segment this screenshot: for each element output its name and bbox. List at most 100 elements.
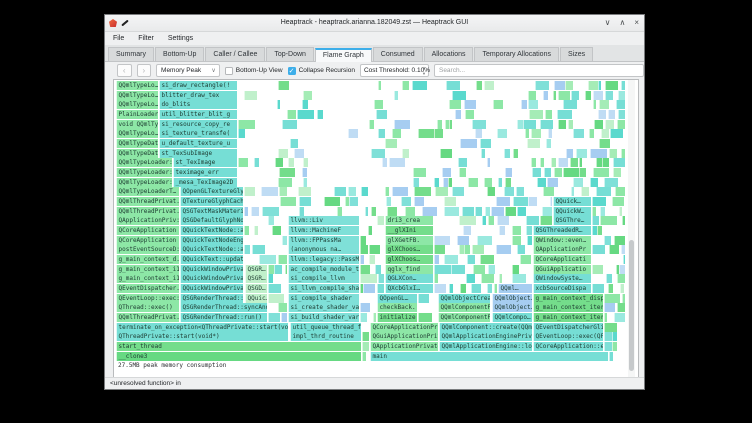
flame-cell[interactable]: QCoreApplication: [116, 236, 179, 245]
flame-cell[interactable]: checkBack.: [377, 303, 417, 312]
flame-cell[interactable]: QQuickWindowPrivate::upd.: [180, 274, 243, 283]
flame-cell[interactable]: QWindow::even…: [533, 236, 591, 245]
flame-cell[interactable]: u_default_texture_u: [159, 139, 237, 148]
flame-cell[interactable]: QWindowSyste…: [533, 274, 591, 283]
tab-temporary-allocations[interactable]: Temporary Allocations: [474, 47, 558, 61]
flame-cell[interactable]: start_thread: [116, 342, 361, 351]
flame-cell[interactable]: st_TexSubImage: [159, 149, 237, 158]
flame-cell[interactable]: QQmlTypeLo…: [116, 81, 158, 90]
flame-cell[interactable]: QEventLoop::exec:: [116, 294, 179, 303]
flame-cell[interactable]: QQmlTypeLoaderT…: [116, 187, 179, 196]
flame-cell[interactable]: QSGThreadedR…: [533, 226, 591, 235]
flame-cell[interactable]: QQmlTypeDat…: [116, 149, 158, 158]
flame-cell[interactable]: ac_compile_module_t: [288, 265, 359, 274]
back-button[interactable]: ‹: [117, 64, 132, 77]
flame-cell[interactable]: _mesa_TexImage2D: [173, 178, 237, 187]
flame-cell[interactable]: st_TexImage: [173, 158, 237, 167]
flame-cell[interactable]: si_compile_llvm: [288, 274, 359, 283]
flame-cell[interactable]: QQmlComponentP…: [438, 303, 490, 312]
flame-cell[interactable]: QQmlCompo…: [492, 313, 532, 322]
flame-cell[interactable]: QTextureGlyphCache:: [180, 197, 243, 206]
tab-sizes[interactable]: Sizes: [560, 47, 593, 61]
maximize-button[interactable]: ∧: [619, 15, 625, 31]
tab-consumed[interactable]: Consumed: [373, 47, 423, 61]
flame-cell[interactable]: QQmlComponentP…: [438, 313, 490, 322]
flame-cell[interactable]: QGuiApplicationPriva…: [370, 332, 438, 341]
tab-top-down[interactable]: Top-Down: [266, 47, 314, 61]
tab-allocations[interactable]: Allocations: [424, 47, 474, 61]
flame-cell[interactable]: si_build_shader_varian: [288, 313, 359, 322]
tab-summary[interactable]: Summary: [108, 47, 154, 61]
menu-item-file[interactable]: File: [113, 35, 124, 42]
flame-cell[interactable]: llvm::MachineF: [288, 226, 359, 235]
collapse-recursion-checkbox[interactable]: ✓: [288, 67, 296, 75]
flame-cell[interactable]: si_llvm_compile_shad: [288, 284, 359, 293]
flame-cell[interactable]: g_main_context_dispat: [533, 294, 603, 303]
flame-cell[interactable]: QQml…: [498, 284, 532, 293]
flame-cell[interactable]: si_draw_rectangle(!: [159, 81, 237, 90]
flame-cell[interactable]: QGuiApplicatio: [533, 265, 591, 274]
flame-cell[interactable]: glXChoos…: [385, 245, 433, 254]
flame-cell[interactable]: g_main_context_i1: [116, 274, 179, 283]
flame-cell[interactable]: QCoreApplication: [116, 226, 179, 235]
flame-cell[interactable]: QSGRenderThread::run(): [180, 313, 267, 322]
cost-type-combobox[interactable]: Memory Peak ∨: [156, 64, 220, 77]
flame-cell[interactable]: QCoreApplicationPriv…: [370, 323, 438, 332]
flame-cell[interactable]: QQmlComponent::create(QQmlCon…: [439, 323, 532, 332]
flame-cell[interactable]: QSGD…: [245, 284, 267, 293]
flame-cell[interactable]: main: [370, 352, 608, 361]
flame-cell[interactable]: QThread::exec(): [116, 303, 179, 312]
flame-cell[interactable]: QQuickTextNode::addGly: [180, 226, 243, 235]
cost-threshold-spinbox[interactable]: Cost Threshold: 0.10% ▲▼: [360, 64, 429, 77]
close-button[interactable]: ×: [634, 15, 639, 31]
search-input[interactable]: [434, 64, 644, 77]
flame-cell[interactable]: dri3_crea: [385, 216, 433, 225]
flame-cell[interactable]: QSGThre…: [553, 216, 591, 225]
flame-cell[interactable]: impl_thrd_routine: [290, 332, 361, 341]
flame-cell[interactable]: QQmlThreadPrivat.: [116, 197, 179, 206]
flame-cell[interactable]: llvm::Liv: [288, 216, 359, 225]
flame-cell[interactable]: do_blits: [159, 100, 237, 109]
flame-cell[interactable]: g_main_context_iterat: [533, 313, 603, 322]
scrollbar-thumb[interactable]: [629, 240, 634, 371]
flame-cell[interactable]: qglx_find: [385, 265, 433, 274]
flame-cell[interactable]: QQuick…: [553, 197, 591, 206]
flame-cell[interactable]: QOpenGLTextureGlyp…: [180, 187, 243, 196]
flame-cell[interactable]: initialize: [377, 313, 417, 322]
flame-cell[interactable]: g_main_context_d.: [116, 255, 179, 264]
flame-cell[interactable]: QSGR…: [245, 265, 267, 274]
flame-cell[interactable]: QOpenGL…: [377, 294, 417, 303]
flame-cell[interactable]: QEventLoop::exec(QFla…: [533, 332, 603, 341]
flame-cell[interactable]: __clone3: [116, 352, 361, 361]
flame-cell[interactable]: QSGDefaultGlyphNode::u: [180, 216, 243, 225]
flame-cell[interactable]: si_texture_transfe(: [159, 129, 237, 138]
flame-cell[interactable]: PlainLoader:: [116, 110, 158, 119]
tab-flame-graph[interactable]: Flame Graph: [315, 48, 372, 62]
flame-cell[interactable]: QSGR…: [245, 274, 267, 283]
minimize-button[interactable]: ∨: [605, 15, 611, 31]
flame-cell[interactable]: QQmlObjectCreato…: [438, 294, 490, 303]
flame-cell[interactable]: QQmlTypeLoader::…: [116, 178, 172, 187]
flame-cell[interactable]: QQmlTypeLoader::…: [116, 168, 172, 177]
flame-cell[interactable]: terminate_on_exception<QThreadPrivate::s…: [116, 323, 288, 332]
flame-cell[interactable]: teximage_err: [173, 168, 237, 177]
flame-cell[interactable]: QQuickW…: [553, 207, 591, 216]
forward-button[interactable]: ›: [137, 64, 152, 77]
title-bar[interactable]: Heaptrack - heaptrack.arianna.182049.zst…: [105, 15, 644, 32]
flame-cell[interactable]: util_blitter_blit_g: [159, 110, 237, 119]
flame-cell[interactable]: QQmlObject…: [492, 303, 532, 312]
flame-cell[interactable]: QThreadPrivate::start(void*): [116, 332, 288, 341]
flame-cell[interactable]: (anonymous na…: [288, 245, 359, 254]
flame-cell[interactable]: QApplicationPr: [533, 245, 591, 254]
flame-cell[interactable]: glXChoos…: [385, 255, 433, 264]
flame-cell[interactable]: QQmlTypeDat…: [116, 139, 158, 148]
flame-cell[interactable]: QQmlTypeLo…: [116, 100, 158, 109]
flame-cell[interactable]: g_main_context_iterat: [533, 303, 603, 312]
flame-cell[interactable]: void QQmlTy…: [116, 120, 158, 129]
flame-cell[interactable]: QQuickWindowPrivate::upd.: [180, 265, 243, 274]
tab-caller-callee[interactable]: Caller / Callee: [205, 47, 265, 61]
flame-root-frame[interactable]: 27.5MB peak memory consumption: [116, 361, 623, 370]
flame-cell[interactable]: QQuickTextNodeEngine::: [180, 236, 243, 245]
flame-cell[interactable]: QQmlObject…: [492, 294, 532, 303]
tab-bottom-up[interactable]: Bottom-Up: [155, 47, 204, 61]
